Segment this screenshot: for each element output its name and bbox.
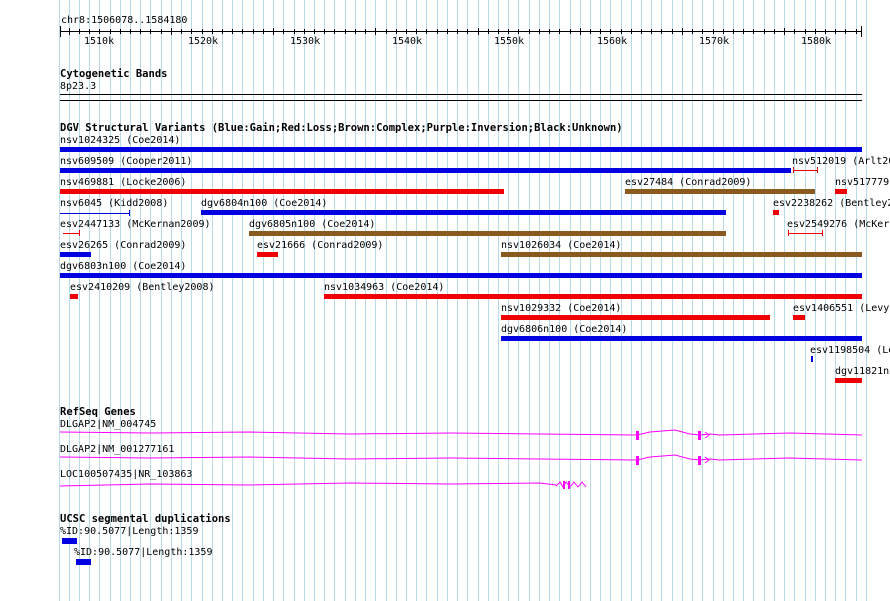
- gene-structures: [59, 429, 863, 488]
- gene-exon[interactable]: [568, 481, 570, 489]
- segdup-bar[interactable]: [62, 538, 77, 544]
- gene-exon[interactable]: [636, 431, 639, 440]
- gene-exon[interactable]: [698, 456, 701, 465]
- gene-label: LOC100507435|NR_103863: [60, 469, 193, 480]
- gene-exon[interactable]: [636, 456, 639, 465]
- segdup-label: %ID:90.5077|Length:1359: [60, 526, 199, 537]
- genome-browser-view: chr8:1506078..1584180 1510k 1520k 1530k …: [0, 0, 890, 601]
- segdup-track-title[interactable]: UCSC segmental duplications: [60, 513, 231, 525]
- segdup-label: %ID:90.5077|Length:1359: [74, 547, 213, 558]
- segdup-bar[interactable]: [76, 559, 91, 565]
- gene-exon[interactable]: [563, 481, 565, 489]
- gene-label: DLGAP2|NM_001277161: [60, 444, 175, 455]
- gene-exon[interactable]: [698, 431, 701, 440]
